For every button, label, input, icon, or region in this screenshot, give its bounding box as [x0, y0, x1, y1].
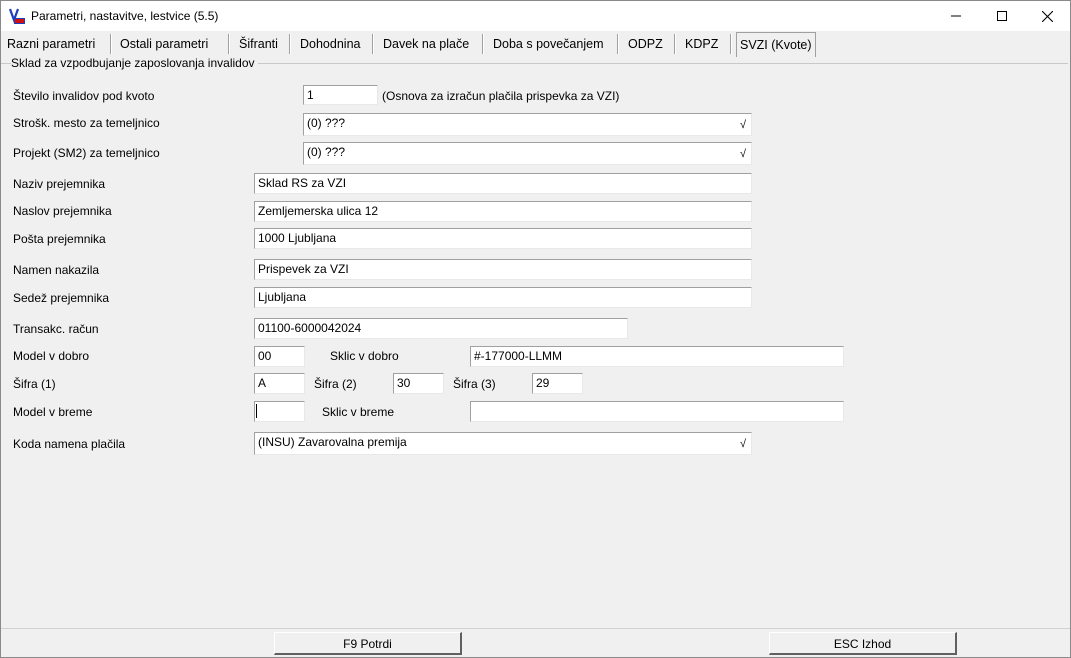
sifra2-label: Šifra (2) [314, 377, 357, 391]
tab-davek-na-place[interactable]: Davek na plače [383, 33, 469, 55]
dropdown-check-icon[interactable]: √ [736, 117, 750, 133]
close-icon [1041, 10, 1053, 22]
sklic-dobro-input[interactable]: #-177000-LLMM [470, 346, 844, 367]
sifra2-input[interactable]: 30 [393, 373, 444, 394]
koda-namena-combo[interactable]: (INSU) Zavarovalna premija √ [254, 432, 752, 455]
sedez-input[interactable]: Ljubljana [254, 287, 752, 308]
naziv-input[interactable]: Sklad RS za VZI [254, 173, 752, 194]
tab-sifranti[interactable]: Šifranti [239, 33, 278, 55]
tab-separator [482, 34, 484, 54]
group-caption: Sklad za vzpodbujanje zaposlovanja inval… [11, 56, 258, 70]
projekt-value: (0) ??? [307, 145, 346, 159]
tab-separator [674, 34, 676, 54]
tab-separator [617, 34, 619, 54]
naslov-label: Naslov prejemnika [13, 204, 112, 218]
naslov-input[interactable]: Zemljemerska ulica 12 [254, 201, 752, 222]
tab-separator [110, 34, 112, 54]
minimize-icon [951, 15, 961, 17]
sklic-breme-input[interactable] [470, 401, 844, 422]
tab-separator [289, 34, 291, 54]
tab-separator [372, 34, 374, 54]
tab-dohodnina[interactable]: Dohodnina [300, 33, 360, 55]
sklic-breme-label: Sklic v breme [322, 405, 395, 419]
dropdown-check-icon[interactable]: √ [736, 436, 750, 452]
strosk-mesto-combo[interactable]: (0) ??? √ [303, 113, 752, 136]
tab-svzi-kvote[interactable]: SVZI (Kvote) [736, 32, 816, 57]
posta-label: Pošta prejemnika [13, 232, 106, 246]
stevilo-invalidov-note: (Osnova za izračun plačila prispevka za … [382, 89, 620, 103]
strosk-mesto-label: Strošk. mesto za temeljnico [13, 116, 160, 130]
title-bar: Parametri, nastavitve, lestvice (5.5) [1, 1, 1070, 31]
tab-odpz[interactable]: ODPZ [628, 33, 663, 55]
dropdown-check-icon[interactable]: √ [736, 146, 750, 162]
maximize-icon [997, 11, 1007, 21]
racun-label: Transakc. račun [13, 322, 99, 336]
window-title: Parametri, nastavitve, lestvice (5.5) [31, 9, 219, 23]
confirm-button[interactable]: F9 Potrdi [274, 632, 462, 655]
tab-ostali-parametri[interactable]: Ostali parametri [120, 33, 208, 55]
sifra1-label: Šifra (1) [13, 377, 56, 391]
naziv-label: Naziv prejemnika [13, 177, 106, 191]
tab-separator [228, 34, 230, 54]
sifra3-label: Šifra (3) [453, 377, 496, 391]
koda-namena-value: (INSU) Zavarovalna premija [258, 435, 407, 449]
model-breme-input[interactable] [254, 401, 305, 422]
projekt-label: Projekt (SM2) za temeljnico [13, 146, 160, 160]
sifra1-input[interactable]: A [254, 373, 305, 394]
model-dobro-label: Model v dobro [13, 349, 90, 363]
tab-separator [730, 34, 732, 54]
tab-razni-parametri[interactable]: Razni parametri [7, 33, 95, 55]
sklic-dobro-label: Sklic v dobro [330, 349, 399, 363]
app-icon [9, 8, 25, 24]
posta-input[interactable]: 1000 Ljubljana [254, 228, 752, 249]
model-dobro-input[interactable]: 00 [254, 346, 305, 367]
stevilo-invalidov-input[interactable]: 1 [303, 85, 378, 105]
close-button[interactable] [1024, 1, 1070, 31]
projekt-combo[interactable]: (0) ??? √ [303, 142, 752, 165]
exit-button[interactable]: ESC Izhod [769, 632, 957, 655]
button-bar: F9 Potrdi ESC Izhod [1, 628, 1070, 657]
model-breme-label: Model v breme [13, 405, 93, 419]
text-caret [256, 404, 257, 418]
namen-input[interactable]: Prispevek za VZI [254, 259, 752, 280]
sifra3-input[interactable]: 29 [532, 373, 583, 394]
tab-strip: Razni parametri Ostali parametri Šifrant… [1, 31, 1070, 57]
tab-kdpz[interactable]: KDPZ [685, 33, 718, 55]
stevilo-invalidov-label: Število invalidov pod kvoto [13, 89, 155, 103]
main-window: Parametri, nastavitve, lestvice (5.5) Ra… [0, 0, 1071, 658]
maximize-button[interactable] [979, 1, 1025, 31]
racun-input[interactable]: 01100-6000042024 [254, 318, 628, 339]
tab-doba-s-povecanjem[interactable]: Doba s povečanjem [493, 33, 603, 55]
namen-label: Namen nakazila [13, 263, 100, 277]
koda-namena-label: Koda namena plačila [13, 437, 126, 451]
minimize-button[interactable] [933, 1, 979, 31]
strosk-mesto-value: (0) ??? [307, 116, 346, 130]
sedez-label: Sedež prejemnika [13, 291, 110, 305]
